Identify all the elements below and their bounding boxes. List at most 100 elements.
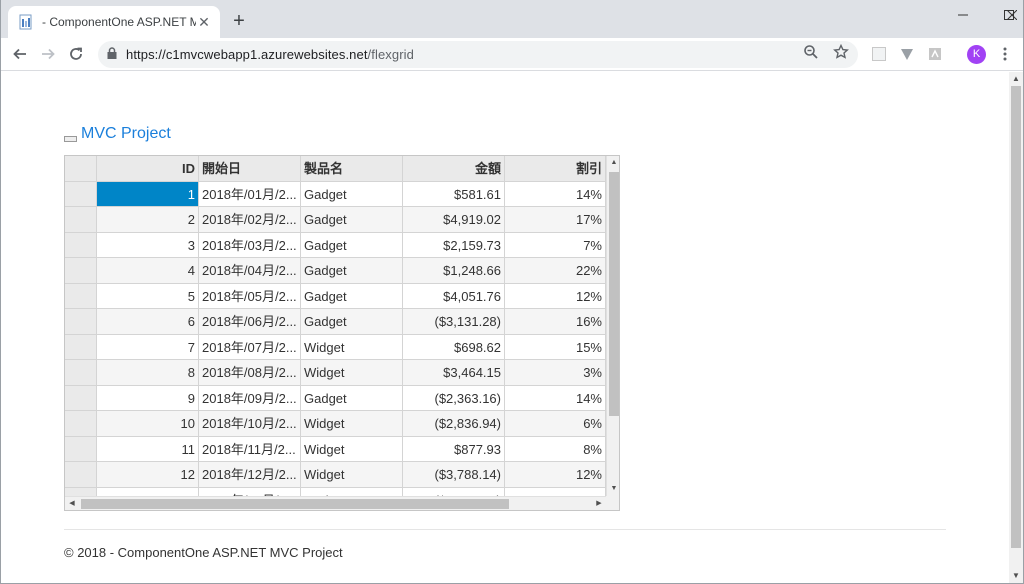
row-header[interactable]: [65, 436, 97, 462]
menu-kebab-icon[interactable]: [996, 45, 1014, 63]
row-header[interactable]: [65, 258, 97, 284]
table-row[interactable]: 9 2018年/09月/2... Gadget ($2,363.16) 14%: [65, 385, 606, 411]
cell-discount[interactable]: 8%: [505, 436, 606, 462]
zoom-icon[interactable]: [802, 43, 820, 61]
row-header[interactable]: [65, 487, 97, 496]
cell-id[interactable]: 12: [97, 462, 199, 488]
cell-start-date[interactable]: 2018年/06月/2...: [199, 309, 301, 335]
cell-discount[interactable]: 12%: [505, 283, 606, 309]
cell-product[interactable]: Gadget: [301, 385, 403, 411]
cell-discount[interactable]: 17%: [505, 207, 606, 233]
cell-amount[interactable]: $4,051.76: [403, 283, 505, 309]
cell-discount[interactable]: 14%: [505, 181, 606, 207]
cell-start-date[interactable]: 2018年/10月/2...: [199, 411, 301, 437]
column-header-product[interactable]: 製品名: [301, 156, 403, 182]
table-row[interactable]: 132018年/01月/2...Gadget($2,446.03)13%: [65, 487, 606, 496]
row-header[interactable]: [65, 283, 97, 309]
column-header-id[interactable]: ID: [97, 156, 199, 182]
cell-start-date[interactable]: 2018年/01月/2...: [199, 487, 301, 496]
scroll-up-icon[interactable]: ▲: [607, 156, 619, 170]
cell-start-date[interactable]: 2018年/09月/2...: [199, 385, 301, 411]
cell-discount[interactable]: 15%: [505, 334, 606, 360]
page-scroll-down-icon[interactable]: ▼: [1009, 569, 1023, 583]
cell-start-date[interactable]: 2018年/05月/2...: [199, 283, 301, 309]
cell-id[interactable]: 7: [97, 334, 199, 360]
browser-tab[interactable]: - ComponentOne ASP.NET MVC ✕: [8, 6, 220, 38]
bookmark-star-icon[interactable]: [832, 43, 850, 61]
cell-amount[interactable]: $581.61: [403, 181, 505, 207]
brand-link[interactable]: MVC Project: [81, 125, 171, 143]
cell-product[interactable]: Gadget: [301, 283, 403, 309]
cell-discount[interactable]: 6%: [505, 411, 606, 437]
navbar-brand[interactable]: MVC Project: [64, 125, 171, 143]
cell-id[interactable]: 10: [97, 411, 199, 437]
profile-avatar[interactable]: K: [967, 45, 986, 64]
row-header[interactable]: [65, 309, 97, 335]
row-header[interactable]: [65, 360, 97, 386]
cell-amount[interactable]: ($2,836.94): [403, 411, 505, 437]
column-header-discount[interactable]: 割引: [505, 156, 606, 182]
row-header[interactable]: [65, 462, 97, 488]
grid-vertical-scrollbar[interactable]: ▲ ▼: [606, 156, 619, 496]
back-arrow-icon[interactable]: [8, 42, 32, 66]
cell-discount[interactable]: 3%: [505, 360, 606, 386]
cell-discount[interactable]: 14%: [505, 385, 606, 411]
cell-product[interactable]: Widget: [301, 411, 403, 437]
extension-pdf-icon[interactable]: [926, 45, 944, 63]
table-row[interactable]: 10 2018年/10月/2... Widget ($2,836.94) 6%: [65, 411, 606, 437]
cell-id[interactable]: 11: [97, 436, 199, 462]
cell-amount[interactable]: ($3,788.14): [403, 462, 505, 488]
table-row[interactable]: 6 2018年/06月/2... Gadget ($3,131.28) 16%: [65, 309, 606, 335]
page-scrollbar[interactable]: ▲ ▼: [1009, 72, 1023, 583]
cell-amount[interactable]: $2,159.73: [403, 232, 505, 258]
cell-product[interactable]: Gadget: [301, 258, 403, 284]
page-scroll-up-icon[interactable]: ▲: [1009, 72, 1023, 86]
column-header-amount[interactable]: 金額: [403, 156, 505, 182]
cell-amount[interactable]: $4,919.02: [403, 207, 505, 233]
scroll-down-icon[interactable]: ▼: [607, 482, 619, 496]
row-header[interactable]: [65, 181, 97, 207]
cell-product[interactable]: Gadget: [301, 232, 403, 258]
cell-start-date[interactable]: 2018年/02月/2...: [199, 207, 301, 233]
scroll-left-icon[interactable]: ◀: [65, 497, 79, 510]
cell-id[interactable]: 9: [97, 385, 199, 411]
cell-product[interactable]: Gadget: [301, 309, 403, 335]
cell-amount[interactable]: ($3,131.28): [403, 309, 505, 335]
page-scroll-thumb[interactable]: [1011, 86, 1021, 548]
cell-amount[interactable]: ($2,446.03): [403, 487, 505, 496]
cell-start-date[interactable]: 2018年/12月/2...: [199, 462, 301, 488]
table-row[interactable]: 8 2018年/08月/2... Widget $3,464.15 3%: [65, 360, 606, 386]
close-window-icon[interactable]: [1000, 0, 1024, 30]
cell-product[interactable]: Gadget: [301, 181, 403, 207]
cell-discount[interactable]: 22%: [505, 258, 606, 284]
new-tab-icon[interactable]: +: [228, 10, 250, 32]
cell-id[interactable]: 3: [97, 232, 199, 258]
cell-id[interactable]: 13: [97, 487, 199, 496]
table-row[interactable]: 2 2018年/02月/2... Gadget $4,919.02 17%: [65, 207, 606, 233]
cell-id[interactable]: 1: [97, 181, 199, 207]
grid-hscroll-thumb[interactable]: [81, 499, 509, 509]
table-row[interactable]: 1 2018年/01月/2... Gadget $581.61 14%: [65, 181, 606, 207]
column-header-start-date[interactable]: 開始日: [199, 156, 301, 182]
flexgrid[interactable]: ID 開始日 製品名 金額 割引 1 2018年/01月/2... Gadget $5…: [64, 155, 620, 511]
cell-amount[interactable]: $1,248.66: [403, 258, 505, 284]
cell-id[interactable]: 4: [97, 258, 199, 284]
cell-start-date[interactable]: 2018年/11月/2...: [199, 436, 301, 462]
cell-product[interactable]: Widget: [301, 436, 403, 462]
cell-start-date[interactable]: 2018年/07月/2...: [199, 334, 301, 360]
cell-id[interactable]: 2: [97, 207, 199, 233]
cell-start-date[interactable]: 2018年/01月/2...: [199, 181, 301, 207]
cell-id[interactable]: 5: [97, 283, 199, 309]
row-header[interactable]: [65, 385, 97, 411]
cell-amount[interactable]: $3,464.15: [403, 360, 505, 386]
grid-horizontal-scrollbar[interactable]: ◀ ▶: [65, 496, 606, 510]
cell-start-date[interactable]: 2018年/04月/2...: [199, 258, 301, 284]
cell-discount[interactable]: 16%: [505, 309, 606, 335]
tab-close-icon[interactable]: ✕: [196, 14, 212, 30]
cell-product[interactable]: Gadget: [301, 207, 403, 233]
cell-product[interactable]: Widget: [301, 334, 403, 360]
address-bar[interactable]: https://c1mvcwebapp1.azurewebsites.net/f…: [98, 41, 858, 68]
cell-amount[interactable]: ($2,363.16): [403, 385, 505, 411]
cell-amount[interactable]: $698.62: [403, 334, 505, 360]
table-row[interactable]: 12 2018年/12月/2... Widget ($3,788.14) 12%: [65, 462, 606, 488]
